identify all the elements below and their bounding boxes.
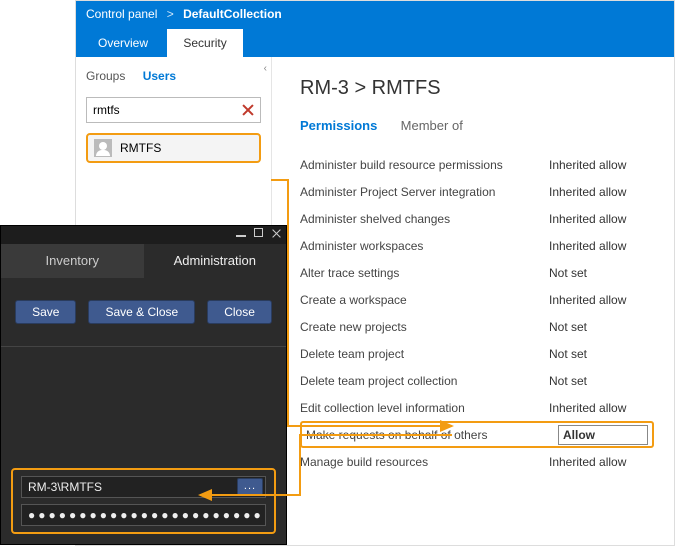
- permission-name: Delete team project collection: [300, 374, 549, 388]
- user-icon: [94, 139, 112, 157]
- tab-permissions[interactable]: Permissions: [300, 118, 377, 133]
- permission-name: Administer build resource permissions: [300, 158, 549, 172]
- save-button[interactable]: Save: [15, 300, 76, 324]
- tab-security[interactable]: Security: [167, 29, 242, 57]
- search-input[interactable]: [87, 98, 260, 122]
- permission-name: Administer shelved changes: [300, 212, 549, 226]
- tab-administration[interactable]: Administration: [144, 244, 287, 278]
- permission-name: Delete team project: [300, 347, 549, 361]
- credentials-box: RM-3\RMTFS ... ●●●●●●●●●●●●●●●●●●●●●●●: [11, 468, 276, 534]
- permission-name: Manage build resources: [300, 455, 549, 469]
- tab-overview[interactable]: Overview: [82, 29, 164, 57]
- permission-name: Edit collection level information: [300, 401, 549, 415]
- permission-row[interactable]: Alter trace settingsNot set: [300, 259, 654, 286]
- minimize-icon[interactable]: [236, 235, 246, 237]
- page-title: RM-3 > RMTFS: [300, 77, 654, 100]
- close-button[interactable]: Close: [207, 300, 272, 324]
- credential-password-mask: ●●●●●●●●●●●●●●●●●●●●●●●: [28, 508, 264, 522]
- permission-row[interactable]: Edit collection level informationInherit…: [300, 394, 654, 421]
- tab-inventory[interactable]: Inventory: [1, 244, 144, 278]
- collapse-panel-icon[interactable]: ‹: [264, 63, 267, 74]
- dialog-titlebar[interactable]: [1, 226, 286, 244]
- breadcrumb-separator: >: [167, 7, 174, 21]
- permission-name: Administer Project Server integration: [300, 185, 549, 199]
- permission-value: Inherited allow: [549, 455, 654, 469]
- maximize-icon[interactable]: [254, 228, 263, 237]
- permission-name: Administer workspaces: [300, 239, 549, 253]
- dark-dialog: Inventory Administration Save Save & Clo…: [0, 225, 287, 545]
- permission-row[interactable]: Administer Project Server integrationInh…: [300, 178, 654, 205]
- permission-value: Inherited allow: [549, 401, 654, 415]
- tab-member-of[interactable]: Member of: [401, 118, 463, 133]
- credential-password-field[interactable]: ●●●●●●●●●●●●●●●●●●●●●●●: [21, 504, 266, 526]
- permission-value: Not set: [549, 347, 654, 361]
- close-icon[interactable]: [271, 228, 282, 239]
- breadcrumb-root[interactable]: Control panel: [86, 7, 157, 21]
- permission-row[interactable]: Create a workspaceInherited allow: [300, 286, 654, 313]
- permission-name: Make requests on behalf of others: [306, 428, 558, 442]
- permission-value: Inherited allow: [549, 293, 654, 307]
- permission-name: Alter trace settings: [300, 266, 549, 280]
- permission-row[interactable]: Administer build resource permissionsInh…: [300, 151, 654, 178]
- credential-username-value: RM-3\RMTFS: [28, 480, 102, 494]
- header: Control panel > DefaultCollection Overvi…: [76, 1, 674, 57]
- tab-groups[interactable]: Groups: [86, 69, 125, 83]
- user-list-item[interactable]: RMTFS: [86, 133, 261, 163]
- breadcrumb-current: DefaultCollection: [183, 7, 282, 21]
- browse-button[interactable]: ...: [237, 478, 263, 496]
- clear-search-icon[interactable]: [240, 102, 256, 118]
- permission-name: Create new projects: [300, 320, 549, 334]
- permission-value: Inherited allow: [549, 185, 654, 199]
- search-input-wrap: [86, 97, 261, 123]
- permission-value: Inherited allow: [549, 239, 654, 253]
- user-name: RMTFS: [120, 141, 161, 155]
- permissions-list: Administer build resource permissionsInh…: [300, 151, 654, 475]
- permission-row[interactable]: Administer workspacesInherited allow: [300, 232, 654, 259]
- tab-users[interactable]: Users: [143, 69, 176, 83]
- save-close-button[interactable]: Save & Close: [88, 300, 195, 324]
- permission-row[interactable]: Delete team projectNot set: [300, 340, 654, 367]
- permission-value: Not set: [549, 320, 654, 334]
- permission-value: Inherited allow: [549, 212, 654, 226]
- credential-username-field[interactable]: RM-3\RMTFS ...: [21, 476, 266, 498]
- permission-row[interactable]: Manage build resourcesInherited allow: [300, 448, 654, 475]
- permission-value: Not set: [549, 374, 654, 388]
- permission-value: Inherited allow: [549, 158, 654, 172]
- permission-value: Not set: [549, 266, 654, 280]
- permission-row[interactable]: Administer shelved changesInherited allo…: [300, 205, 654, 232]
- permission-row[interactable]: Make requests on behalf of othersAllow: [300, 421, 654, 448]
- permission-value[interactable]: Allow: [558, 425, 648, 445]
- permission-name: Create a workspace: [300, 293, 549, 307]
- permission-row[interactable]: Create new projectsNot set: [300, 313, 654, 340]
- permission-row[interactable]: Delete team project collectionNot set: [300, 367, 654, 394]
- breadcrumb: Control panel > DefaultCollection: [76, 1, 674, 27]
- right-panel: RM-3 > RMTFS Permissions Member of Admin…: [272, 57, 674, 545]
